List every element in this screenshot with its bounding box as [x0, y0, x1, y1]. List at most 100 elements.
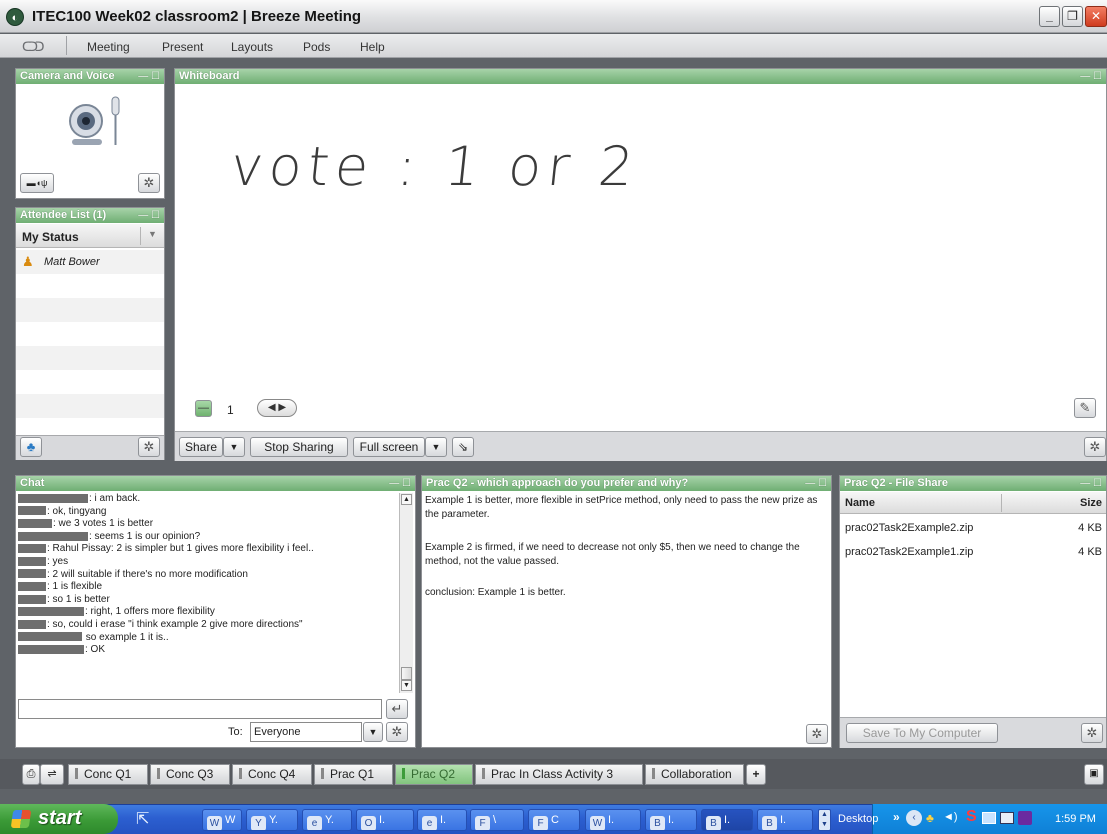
- taskbar-app-icon: B: [650, 816, 665, 830]
- whiteboard-pod: Whiteboard — ☐ vote : 1 or 2 — 1 ◀ ▶ ✎ Sh…: [174, 68, 1107, 461]
- share-button[interactable]: Share: [179, 437, 223, 457]
- stop-sharing-button[interactable]: Stop Sharing: [250, 437, 348, 457]
- taskbar-window-button[interactable]: e Y.: [302, 809, 352, 831]
- file-list-header[interactable]: Name Size: [840, 492, 1106, 514]
- app-tray-icon[interactable]: [1018, 811, 1032, 825]
- file-size-column-header[interactable]: Size: [1080, 497, 1102, 509]
- camera-pod-options-button[interactable]: ✲: [138, 173, 160, 193]
- share-dropdown-button[interactable]: ▼: [223, 437, 245, 457]
- minimize-button[interactable]: _: [1039, 6, 1060, 27]
- send-message-icon[interactable]: ↵: [386, 699, 408, 719]
- save-to-my-computer-button[interactable]: Save To My Computer: [846, 723, 998, 743]
- print-icon[interactable]: ⎙: [22, 764, 40, 785]
- menu-item-help[interactable]: Help: [360, 40, 385, 54]
- chat-message: : 1 is flexible: [18, 581, 398, 594]
- taskbar-window-button[interactable]: O I.: [356, 809, 414, 831]
- taskbar-window-button[interactable]: B I.: [757, 809, 813, 831]
- chat-pod-options-button[interactable]: ✲: [386, 722, 408, 742]
- taskbar-scroll-arrows[interactable]: ▲ ▼: [818, 809, 831, 831]
- network-tray-icon[interactable]: [982, 812, 996, 824]
- taskbar-window-button[interactable]: F \: [470, 809, 524, 831]
- attendee-pod-options-button[interactable]: ✲: [138, 437, 160, 457]
- messenger-tray-icon[interactable]: ♣: [926, 811, 934, 825]
- file-name-column-header[interactable]: Name: [845, 497, 875, 509]
- layout-tab[interactable]: Prac Q1: [314, 764, 393, 785]
- toolbar-chevron-icon[interactable]: »: [893, 810, 900, 824]
- full-screen-button[interactable]: Full screen: [353, 437, 425, 457]
- whiteboard-options-button[interactable]: ✲: [1084, 437, 1106, 457]
- recipient-dropdown-button[interactable]: ▼: [363, 722, 383, 742]
- sync-icon[interactable]: ⇘: [452, 437, 474, 457]
- pod-controls[interactable]: — ☐: [138, 69, 160, 84]
- breeze-logo-icon[interactable]: ᑕᑐᑐ: [22, 39, 45, 55]
- taskbar-window-button[interactable]: Y Y.: [246, 809, 298, 831]
- layout-tab[interactable]: Collaboration: [645, 764, 744, 785]
- page-nav-arrows[interactable]: ◀ ▶: [257, 399, 297, 417]
- layout-tab[interactable]: Conc Q4: [232, 764, 312, 785]
- scroll-up-arrow-icon[interactable]: ▲: [401, 494, 412, 505]
- camera-voice-toggle-button[interactable]: ▬◖ψ: [20, 173, 54, 193]
- scroll-thumb[interactable]: [401, 667, 412, 680]
- tray-expand-icon[interactable]: ‹: [906, 810, 922, 826]
- file-row[interactable]: prac02Task2Example2.zip 4 KB: [840, 515, 1106, 539]
- taskbar-window-button[interactable]: B I.: [701, 809, 753, 831]
- file-share-options-button[interactable]: ✲: [1081, 723, 1103, 743]
- menu-item-meeting[interactable]: Meeting: [87, 40, 130, 54]
- menu-item-layouts[interactable]: Layouts: [231, 40, 273, 54]
- chat-message-text: : 2 will suitable if there's no more mod…: [47, 568, 248, 580]
- taskbar-window-button[interactable]: FC: [528, 809, 580, 831]
- column-divider[interactable]: [1001, 494, 1002, 512]
- layout-tab-label: Prac Q1: [330, 767, 375, 781]
- monitor-tray-icon[interactable]: [1000, 812, 1014, 824]
- taskbar-window-label: I.: [608, 814, 615, 826]
- status-dropdown-icon[interactable]: ▼: [148, 229, 157, 239]
- chat-message-text: : right, 1 offers more flexibility: [85, 606, 215, 618]
- taskbar-window-button[interactable]: B I.: [645, 809, 697, 831]
- menu-item-present[interactable]: Present: [162, 40, 203, 54]
- close-button[interactable]: ✕: [1085, 6, 1107, 27]
- attendee-row[interactable]: ♟ Matt Bower: [16, 250, 164, 274]
- taskbar-window-button[interactable]: WW: [202, 809, 242, 831]
- chat-scrollbar[interactable]: ▲ ▼: [399, 493, 413, 693]
- taskbar-window-button[interactable]: e I.: [417, 809, 467, 831]
- add-layout-button[interactable]: +: [746, 764, 766, 785]
- link-icon[interactable]: ⇌: [40, 764, 64, 785]
- whiteboard-edit-icon[interactable]: ✎: [1074, 398, 1096, 418]
- volume-tray-icon[interactable]: ◄): [943, 811, 958, 823]
- chat-message-input[interactable]: [18, 699, 382, 719]
- layout-tab-active[interactable]: Prac Q2: [395, 764, 473, 785]
- layout-tab[interactable]: Conc Q1: [68, 764, 148, 785]
- skype-tray-icon[interactable]: S: [966, 808, 977, 826]
- pod-controls[interactable]: — ☐: [1080, 476, 1102, 491]
- pod-header: Prac Q2 - File Share — ☐: [840, 476, 1106, 491]
- restore-button[interactable]: ❐: [1062, 6, 1083, 27]
- layout-options-icon[interactable]: ▣: [1084, 764, 1104, 785]
- redacted-sender-name: [18, 531, 88, 541]
- tab-grip-icon: [321, 768, 324, 779]
- change-role-button[interactable]: ♣: [20, 437, 42, 457]
- redacted-sender-name: [18, 556, 46, 566]
- layout-tab[interactable]: Prac In Class Activity 3: [475, 764, 643, 785]
- status-header[interactable]: My Status ▼: [16, 224, 164, 248]
- whiteboard-page-number: 1: [227, 403, 234, 417]
- fullscreen-dropdown-button[interactable]: ▼: [425, 437, 447, 457]
- quick-launch-icon[interactable]: ⇱: [136, 809, 149, 829]
- layout-tab[interactable]: Conc Q3: [150, 764, 230, 785]
- chat-recipient-select[interactable]: Everyone: [250, 722, 362, 742]
- chat-message: : OK: [18, 644, 398, 657]
- pod-controls[interactable]: — ☐: [389, 476, 411, 491]
- taskbar-window-button[interactable]: W I.: [585, 809, 641, 831]
- notes-pod-options-button[interactable]: ✲: [806, 724, 828, 744]
- camera-voice-pod: Camera and Voice — ☐ ▬◖ψ ✲: [15, 68, 165, 199]
- pod-controls[interactable]: — ☐: [805, 476, 827, 491]
- desktop-toolbar-label[interactable]: Desktop: [838, 813, 878, 825]
- whiteboard-minus-button[interactable]: —: [195, 400, 212, 417]
- menu-item-pods[interactable]: Pods: [303, 40, 330, 54]
- pod-controls[interactable]: — ☐: [1080, 69, 1102, 84]
- file-row[interactable]: prac02Task2Example1.zip 4 KB: [840, 539, 1106, 563]
- scroll-down-arrow-icon[interactable]: ▼: [401, 680, 412, 691]
- pod-controls[interactable]: — ☐: [138, 208, 160, 223]
- taskbar-window-label: I.: [668, 814, 675, 826]
- notes-pod: Prac Q2 - which approach do you prefer a…: [421, 475, 832, 748]
- attendee-name: Matt Bower: [44, 256, 100, 268]
